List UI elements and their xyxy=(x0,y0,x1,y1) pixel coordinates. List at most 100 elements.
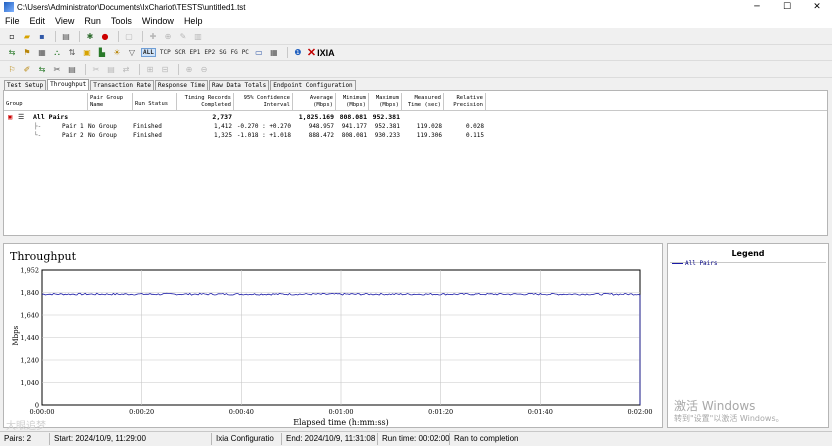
y-tick-label: 1,640 xyxy=(20,312,39,320)
group-icon: ☰ xyxy=(18,113,25,121)
activate-windows-watermark: 激活 Windows xyxy=(674,399,756,413)
protocol-sg[interactable]: SG xyxy=(219,49,226,56)
brand-watermark: 大眼追梦 xyxy=(6,421,46,432)
tools-icon[interactable]: ✂ xyxy=(51,64,63,75)
maximize-button[interactable]: ☐ xyxy=(772,2,802,12)
pair-name: Pair 1 xyxy=(62,123,84,130)
bulb-icon[interactable]: ☀ xyxy=(111,47,123,58)
delete-icon[interactable]: ▥ xyxy=(192,31,204,42)
col-confidence-interval[interactable]: 95% Confidence Interval xyxy=(234,93,293,111)
col-measured-time[interactable]: Measured Time (sec) xyxy=(402,93,444,111)
col-run-status[interactable]: Run Status xyxy=(133,93,177,111)
pencil-icon[interactable]: ✐ xyxy=(21,64,33,75)
sort-icon[interactable]: ⇅ xyxy=(66,47,78,58)
protocol-pc[interactable]: PC xyxy=(242,49,249,56)
results-tabs: Test Setup Throughput Transaction Rate R… xyxy=(4,79,357,90)
col-pair-group-name[interactable]: Pair Group Name xyxy=(88,93,133,111)
status-start: Start: 2024/10/9, 11:29:00 xyxy=(50,433,212,445)
close-button[interactable]: ✕ xyxy=(802,2,832,12)
protocol-all[interactable]: ALL xyxy=(141,48,156,57)
col-average[interactable]: Average (Mbps) xyxy=(293,93,336,111)
tab-test-setup[interactable]: Test Setup xyxy=(4,80,47,90)
zoom-in-icon[interactable]: ⊕ xyxy=(183,64,195,75)
add-pair-icon[interactable]: ✚ xyxy=(147,31,159,42)
pair-status: Finished xyxy=(133,132,162,139)
pair-edit-icon[interactable]: ⇆ xyxy=(36,64,48,75)
table-icon[interactable]: ▦ xyxy=(268,47,280,58)
menu-window[interactable]: Window xyxy=(142,16,174,26)
summary-average: 1,825.169 xyxy=(298,113,334,121)
pair-status: Finished xyxy=(133,123,162,130)
table-row[interactable]: ├- Pair 1 No Group Finished 1,412 -0.270… xyxy=(4,122,827,131)
x-tick-label: 0:01:20 xyxy=(428,408,453,416)
network-icon[interactable]: ⛬ xyxy=(51,47,63,58)
filter-icon[interactable]: ▽ xyxy=(126,47,138,58)
status-bar: Pairs: 2 Start: 2024/10/9, 11:29:00 Ixia… xyxy=(0,431,832,446)
stop-icon[interactable]: ● xyxy=(99,31,111,42)
paste-icon[interactable]: ▤ xyxy=(105,64,117,75)
col-relative-precision[interactable]: Relative Precision xyxy=(444,93,486,111)
protocol-ep2[interactable]: EP2 xyxy=(204,49,215,56)
copy-icon[interactable]: ▢ xyxy=(123,31,135,42)
legend-title: Legend xyxy=(731,249,765,258)
pair-group: No Group xyxy=(88,123,117,130)
new-file-icon[interactable]: ▫ xyxy=(6,31,18,42)
menu-file[interactable]: File xyxy=(5,16,20,26)
title-bar: C:\Users\Administrator\Documents\IxChari… xyxy=(0,0,832,14)
save-icon[interactable]: ▪ xyxy=(36,31,48,42)
lock-icon[interactable]: ▣ xyxy=(81,47,93,58)
edit-icon[interactable]: ✎ xyxy=(177,31,189,42)
col-timing-records[interactable]: Timing Records Completed xyxy=(177,93,234,111)
expand-icon[interactable]: ▣ xyxy=(8,113,12,122)
y-axis-label: Mbps xyxy=(12,325,20,345)
open-folder-icon[interactable]: ▰ xyxy=(21,31,33,42)
pair-average: 888.472 xyxy=(308,132,334,139)
collapse-icon[interactable]: ⊟ xyxy=(159,64,171,75)
print-icon[interactable]: ▤ xyxy=(60,31,72,42)
swap-icon[interactable]: ⇄ xyxy=(120,64,132,75)
tab-transaction-rate[interactable]: Transaction Rate xyxy=(90,80,155,90)
legend-swatch xyxy=(672,263,683,264)
pair-relative-precision: 0.028 xyxy=(465,123,484,130)
add-multicast-icon[interactable]: ⊕ xyxy=(162,31,174,42)
help-icon[interactable]: ❶ xyxy=(292,47,304,58)
legend-item[interactable]: All Pairs xyxy=(672,260,718,267)
col-group[interactable]: Group xyxy=(4,93,88,111)
protocol-tcp[interactable]: TCP xyxy=(160,49,171,56)
summary-label: All Pairs xyxy=(33,113,69,121)
run-icon[interactable]: ✱ xyxy=(84,31,96,42)
zoom-out-icon[interactable]: ⊖ xyxy=(198,64,210,75)
script-icon[interactable]: ▤ xyxy=(66,64,78,75)
cut-icon[interactable]: ✂ xyxy=(90,64,102,75)
group-icon[interactable]: ⚑ xyxy=(21,47,33,58)
col-maximum[interactable]: Maximum (Mbps) xyxy=(369,93,402,111)
menu-tools[interactable]: Tools xyxy=(111,16,132,26)
ixia-logo: ✕ IXIA xyxy=(306,47,335,59)
flag-icon[interactable]: ⚐ xyxy=(6,64,18,75)
y-tick-label: 1,240 xyxy=(20,357,39,365)
expand-icon[interactable]: ⊞ xyxy=(144,64,156,75)
menu-edit[interactable]: Edit xyxy=(30,16,46,26)
protocol-scr[interactable]: SCR xyxy=(175,49,186,56)
minimize-button[interactable]: ─ xyxy=(742,2,772,12)
protocol-ep1[interactable]: EP1 xyxy=(190,49,201,56)
results-grid: Group Pair Group Name Run Status Timing … xyxy=(3,90,828,236)
tab-raw-data-totals[interactable]: Raw Data Totals xyxy=(209,80,270,90)
pair-measured-time: 119.306 xyxy=(416,132,442,139)
tab-response-time[interactable]: Response Time xyxy=(155,80,209,90)
table-row[interactable]: └- Pair 2 No Group Finished 1,325 -1.018… xyxy=(4,131,827,140)
menu-view[interactable]: View xyxy=(55,16,74,26)
col-minimum[interactable]: Minimum (Mbps) xyxy=(336,93,369,111)
list-icon[interactable]: ▦ xyxy=(36,47,48,58)
monitor-icon[interactable]: ▭ xyxy=(253,47,265,58)
pair-icon[interactable]: ⇆ xyxy=(6,47,18,58)
tab-endpoint-configuration[interactable]: Endpoint Configuration xyxy=(270,80,356,90)
tab-throughput[interactable]: Throughput xyxy=(47,79,90,90)
protocol-fg[interactable]: FG xyxy=(230,49,237,56)
y-tick-label: 1,440 xyxy=(20,334,39,342)
menu-run[interactable]: Run xyxy=(84,16,101,26)
status-pairs: Pairs: 2 xyxy=(0,433,50,445)
menu-help[interactable]: Help xyxy=(184,16,203,26)
summary-row[interactable]: ▣ ☰ All Pairs 2,737 1,825.169 808.081 95… xyxy=(4,113,827,122)
chart-icon[interactable]: ▙ xyxy=(96,47,108,58)
